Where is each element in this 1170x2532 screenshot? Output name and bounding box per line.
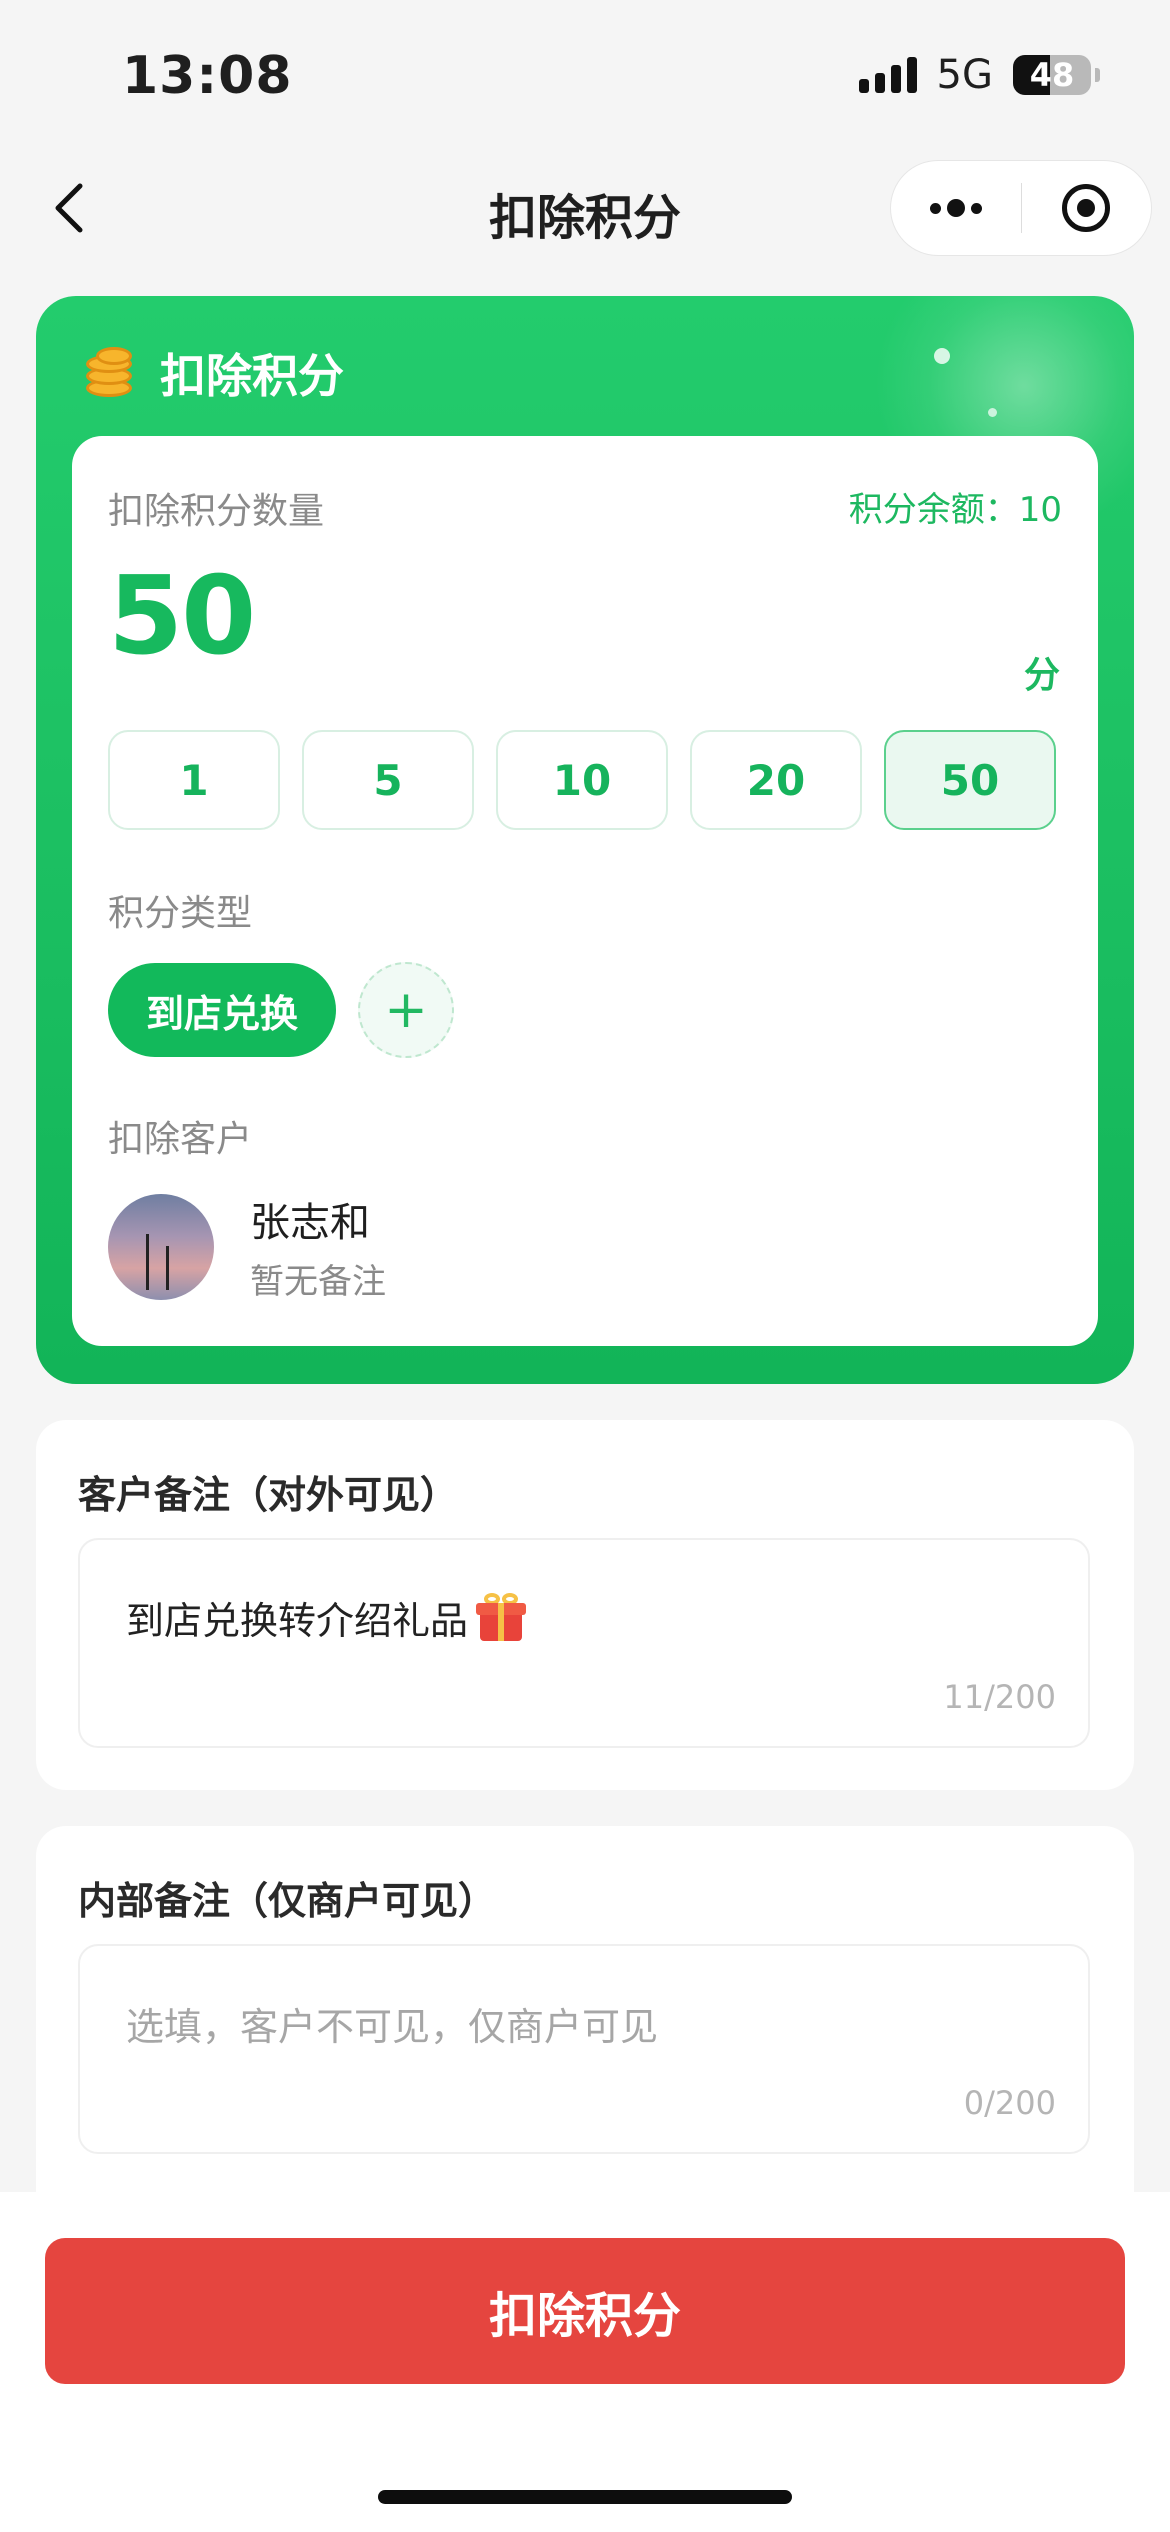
amount-unit: 分 <box>1023 655 1060 696</box>
quick-amount-group: 1 5 10 20 50 <box>108 730 1056 830</box>
more-icon <box>929 199 982 217</box>
status-time: 13:08 <box>122 46 293 106</box>
signal-icon <box>858 57 917 93</box>
quick-amount-chip[interactable]: 20 <box>690 730 862 830</box>
customer-name: 张志和 <box>250 1200 370 1246</box>
customer-remark-card: 客户备注（对外可见） 到店兑换转介绍礼品 11/200 <box>36 1420 1134 1790</box>
avatar <box>108 1193 214 1300</box>
customer-remark-value: 到店兑换转介绍礼品 <box>126 1590 527 1645</box>
customer-label: 扣除客户 <box>108 1119 253 1160</box>
type-label: 积分类型 <box>108 893 253 934</box>
network-label: 5G <box>936 52 993 98</box>
deduct-points-card: 扣除积分 扣除积分数量 积分余额：10 50 分 1 5 10 20 50 积分… <box>36 296 1134 1384</box>
amount-label: 扣除积分数量 <box>108 491 325 532</box>
quick-amount-chip-selected[interactable]: 50 <box>884 730 1056 830</box>
card-header: 扣除积分 <box>82 340 344 406</box>
sparkle-decoration <box>934 348 950 364</box>
amount-input[interactable]: 50 <box>108 554 256 679</box>
type-options: 到店兑换 + <box>108 962 455 1058</box>
target-icon <box>1062 184 1111 232</box>
mini-program-capsule <box>890 160 1152 256</box>
quick-amount-chip[interactable]: 10 <box>496 730 668 830</box>
battery-cap <box>1095 68 1100 82</box>
internal-remark-field[interactable]: 选填，客户不可见，仅商户可见 0/200 <box>78 1944 1090 2154</box>
internal-remark-count: 0/200 <box>963 2084 1056 2122</box>
quick-amount-chip[interactable]: 1 <box>108 730 280 830</box>
customer-note: 暂无备注 <box>250 1262 386 1302</box>
close-miniprogram-button[interactable] <box>1022 161 1152 255</box>
status-indicators: 5G 48 <box>858 52 1100 98</box>
submit-deduct-button[interactable]: 扣除积分 <box>45 2238 1125 2384</box>
customer-row[interactable]: 张志和 暂无备注 <box>108 1190 386 1303</box>
home-indicator <box>378 2490 792 2504</box>
internal-remark-title: 内部备注（仅商户可见） <box>78 1879 497 1923</box>
add-type-button[interactable]: + <box>358 962 455 1058</box>
customer-remark-field[interactable]: 到店兑换转介绍礼品 11/200 <box>78 1538 1090 1748</box>
internal-remark-card: 内部备注（仅商户可见） 选填，客户不可见，仅商户可见 0/200 <box>36 1826 1134 2226</box>
coins-icon <box>82 345 138 401</box>
card-title: 扣除积分 <box>160 349 344 403</box>
type-option-selected[interactable]: 到店兑换 <box>108 963 337 1057</box>
points-balance: 积分余额：10 <box>848 490 1062 530</box>
customer-info: 张志和 暂无备注 <box>250 1190 386 1303</box>
quick-amount-chip[interactable]: 5 <box>302 730 474 830</box>
plus-icon: + <box>384 980 428 1040</box>
customer-remark-count: 11/200 <box>943 1678 1056 1716</box>
internal-remark-placeholder: 选填，客户不可见，仅商户可见 <box>126 2005 659 2049</box>
points-form: 扣除积分数量 积分余额：10 50 分 1 5 10 20 50 积分类型 到店… <box>72 436 1098 1346</box>
battery-icon: 48 <box>1013 55 1091 95</box>
more-button[interactable] <box>891 161 1021 255</box>
customer-remark-text: 到店兑换转介绍礼品 <box>126 1599 469 1643</box>
gift-icon <box>476 1592 527 1643</box>
battery-level: 48 <box>1029 56 1075 94</box>
customer-remark-title: 客户备注（对外可见） <box>78 1473 459 1517</box>
sparkle-decoration <box>988 408 997 417</box>
